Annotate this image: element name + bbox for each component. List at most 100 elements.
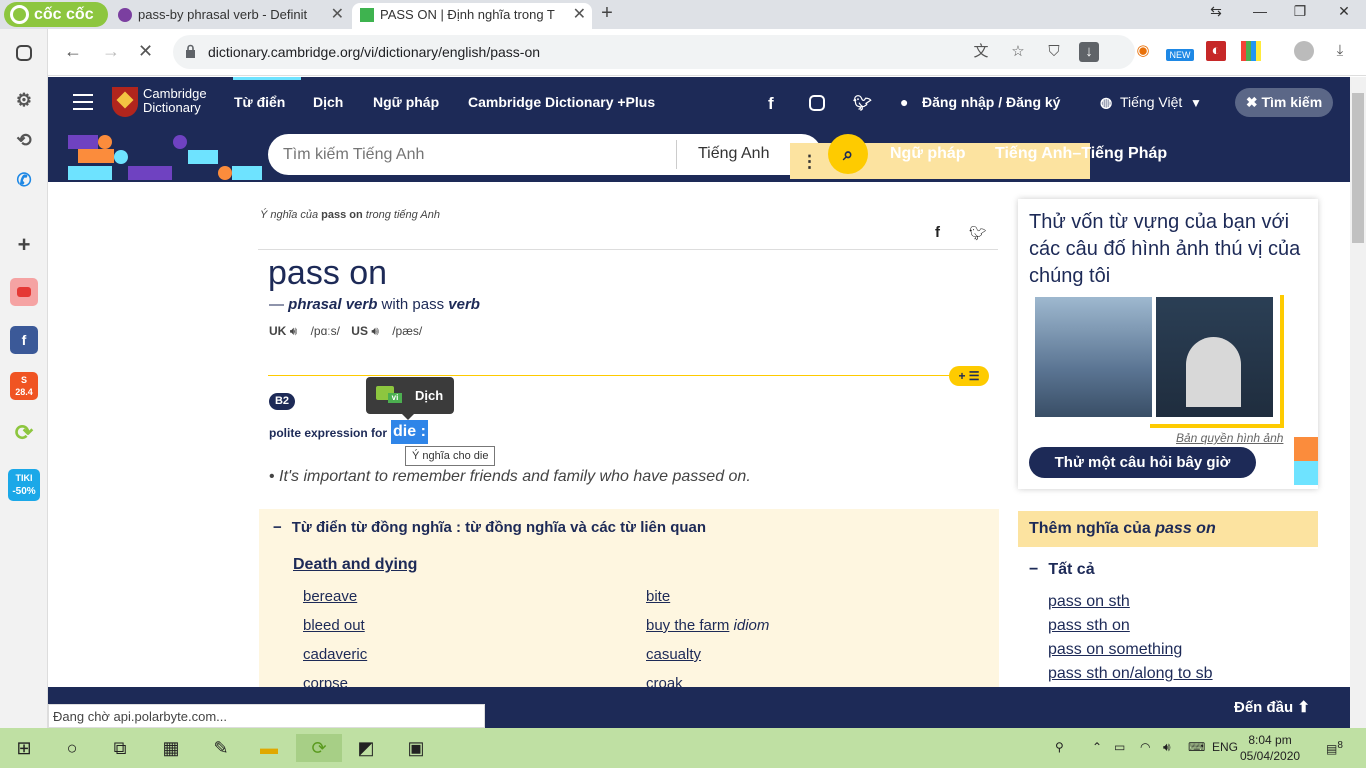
english-french-link[interactable]: Tiếng Anh–Tiếng Pháp [995,145,1167,163]
us-audio-icon[interactable]: 🔊︎ [371,324,382,338]
nav-tu-dien[interactable]: Từ điển [234,94,285,110]
app-icon[interactable]: ▣ [402,734,430,762]
paint-icon[interactable]: ✎ [207,734,235,762]
notification-icon[interactable]: ▤8 [1326,740,1343,756]
menu-icon[interactable] [73,94,93,115]
file-explorer-icon[interactable]: ▬ [255,734,283,762]
uk-audio-icon[interactable]: 🔊︎ [290,324,301,338]
nav-plus[interactable]: Cambridge Dictionary +Plus [468,94,655,110]
collapse-icon[interactable]: − [273,519,282,536]
synonym-link[interactable]: casualty [646,646,701,663]
battery-icon[interactable]: ▭ [1114,740,1125,754]
cambridge-logo[interactable]: Cambridge Dictionary [112,87,232,119]
task-view-icon[interactable]: ⧉ [106,734,134,762]
color-grid-extension-icon[interactable] [1241,41,1261,61]
coccoc-extension-icon[interactable]: ◉ [1133,41,1153,61]
related-link[interactable]: pass on sth [1048,593,1130,611]
stop-loading-button[interactable]: ✕ [138,41,153,62]
new-extension-icon[interactable]: NEW [1166,49,1194,61]
sidebar-toggle-icon[interactable] [16,45,32,61]
synonym-link[interactable]: bleed out [303,617,365,634]
minimize-button[interactable]: — [1240,3,1280,19]
close-tab-icon[interactable]: ✕ [331,3,344,27]
notepad-icon[interactable]: ◩ [352,734,380,762]
synonym-link[interactable]: corpse [303,675,348,687]
settings-icon[interactable]: ⚙ [10,86,38,114]
related-link[interactable]: pass sth on/along to sb [1048,665,1213,683]
synonym-link[interactable]: cadaveric [303,646,367,663]
user-icon: ● [900,94,909,110]
tab-list-icon[interactable]: ⇆ [1196,3,1236,20]
twitter-icon[interactable]: 🐦︎ [853,94,872,112]
chevron-up-icon[interactable]: ⌃ [1092,740,1102,754]
page-scrollbar[interactable] [1350,77,1366,728]
downloads-icon[interactable]: ⤓ [1330,41,1350,61]
tab-passby[interactable]: pass-by phrasal verb - Definit ✕ [110,3,350,29]
share-facebook-icon[interactable]: f [935,224,940,241]
volume-icon[interactable]: 🔊︎ [1163,740,1171,755]
synonym-link[interactable]: bite [646,588,670,605]
app-icon[interactable]: ▦ [157,734,185,762]
image-copyright-link[interactable]: Bản quyền hình ảnh [1176,431,1283,445]
history-icon[interactable]: ⟲ [10,126,38,154]
search-icon[interactable]: ○ [58,734,86,762]
close-window-button[interactable]: ✕ [1324,3,1364,20]
nav-ngu-phap[interactable]: Ngữ pháp [373,94,439,110]
input-language[interactable]: ENG [1212,740,1238,754]
scrollbar-thumb[interactable] [1352,93,1364,243]
cambridge-favicon-icon [360,8,374,22]
add-to-wordlist-button[interactable]: + ☰ [949,366,989,386]
thesaurus-heading[interactable]: − Từ điển từ đồng nghĩa : từ đồng nghĩa v… [273,519,706,536]
search-submit-button[interactable]: ⌕ [828,134,868,174]
nav-dich[interactable]: Dịch [313,94,343,110]
login-link[interactable]: Đăng nhập / Đăng ký [922,94,1060,110]
language-select[interactable]: Tiếng Việt [1120,94,1182,110]
facebook-icon[interactable]: f [10,326,38,354]
synonym-link[interactable]: bereave [303,588,357,605]
related-link[interactable]: pass sth on [1048,617,1130,635]
close-tab-icon[interactable]: ✕ [573,3,586,27]
windows-start-icon[interactable]: ⊞ [10,734,38,762]
share-twitter-icon[interactable]: 🐦︎ [969,225,987,242]
grammar-link[interactable]: Ngữ pháp [890,145,966,163]
thesaurus-category-link[interactable]: Death and dying [293,556,417,574]
synonym-link[interactable]: croak [646,675,683,687]
synonym-link[interactable]: buy the farm [646,617,729,634]
translate-popup[interactable]: vi Dịch [366,377,454,420]
tiki-icon[interactable]: TIKI -50% [8,469,40,501]
facebook-icon[interactable]: f [768,94,774,114]
translate-page-icon[interactable]: 文 [971,42,991,62]
forward-button[interactable]: → [102,41,120,62]
download-video-icon[interactable]: ↓ [1079,42,1099,62]
instagram-icon[interactable] [809,95,825,111]
back-to-top-button[interactable]: Đến đầu ⬆ [1234,698,1310,716]
breadcrumb: Ý nghĩa của pass on trong tiếng Anh [260,209,440,221]
coccoc-assistant-icon[interactable]: ⟳ [10,419,38,447]
related-link[interactable]: pass on something [1048,641,1182,659]
profile-avatar[interactable] [1294,41,1314,61]
youtube-icon[interactable] [10,278,38,306]
wifi-icon[interactable]: ◠ [1140,740,1150,754]
keyboard-icon[interactable]: ⌨ [1188,740,1205,754]
tab-pass-on[interactable]: PASS ON | Định nghĩa trong T ✕ [352,3,592,29]
try-quiz-button[interactable]: Thử một câu hỏi bây giờ [1029,447,1256,478]
search-input[interactable] [283,144,663,166]
address-bar[interactable]: dictionary.cambridge.org/vi/dictionary/e… [173,35,1135,69]
dictionary-language-select[interactable]: Tiếng Anh [698,145,769,163]
people-icon[interactable]: ⚲ [1055,740,1064,754]
new-tab-button[interactable]: + [596,2,618,25]
shopee-icon[interactable]: S 28.4 [10,372,38,400]
maximize-button[interactable]: ❐ [1280,3,1320,20]
all-toggle[interactable]: − Tất cả [1029,561,1095,579]
red-extension-icon[interactable]: ◐ [1206,41,1226,61]
coccoc-brand-button[interactable]: cốc cốc [4,2,108,27]
clock[interactable]: 8:04 pm 05/04/2020 [1240,732,1300,764]
shield-icon[interactable]: ⛉ [1044,42,1064,62]
back-button[interactable]: ← [64,41,82,62]
collapse-icon: − [1029,561,1039,578]
bookmark-star-icon[interactable]: ☆ [1008,42,1028,62]
add-shortcut-icon[interactable]: + [10,231,38,259]
search-toggle-button[interactable]: ✖ Tìm kiếm [1235,88,1333,117]
coccoc-taskbar-icon[interactable]: ⟳ [296,734,342,762]
messenger-icon[interactable]: ✆ [10,166,38,194]
